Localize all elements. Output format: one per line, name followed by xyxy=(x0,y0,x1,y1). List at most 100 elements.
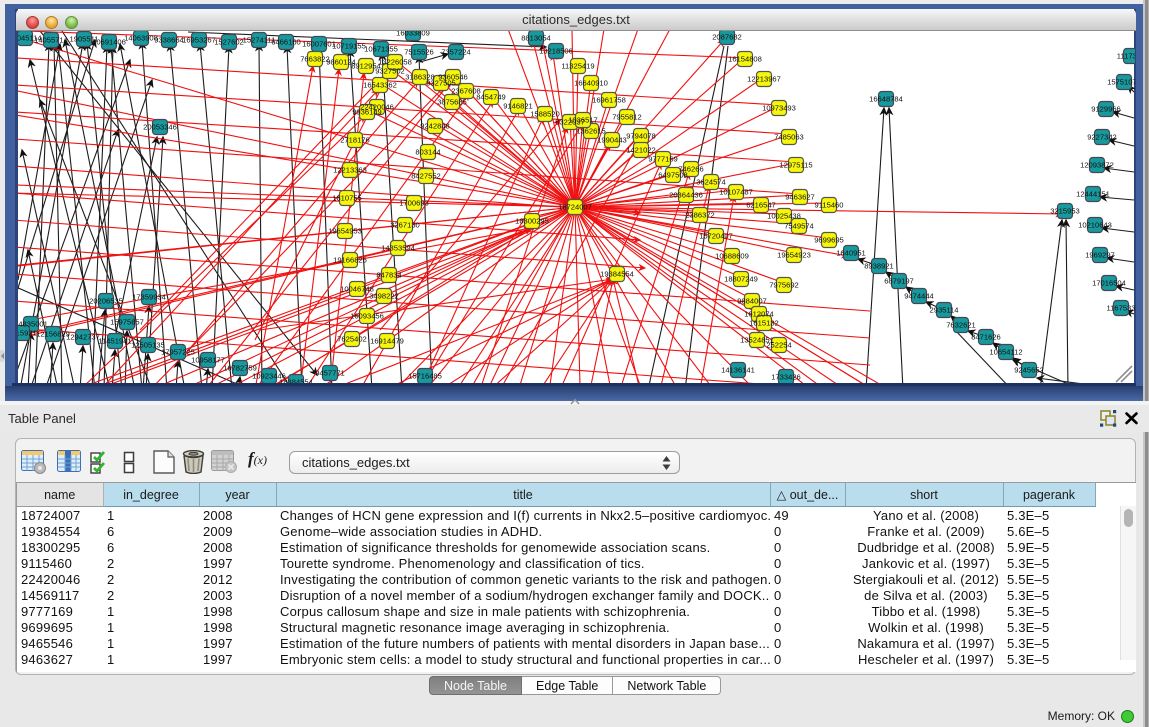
svg-text:16543362: 16543362 xyxy=(363,81,397,90)
svg-text:1615132: 1615132 xyxy=(749,319,779,328)
svg-text:16033809: 16033809 xyxy=(396,31,430,38)
svg-text:1036517: 1036517 xyxy=(568,116,598,125)
svg-text:17016504: 17016504 xyxy=(1092,279,1126,288)
svg-text:10688609: 10688609 xyxy=(715,252,749,261)
svg-text:12156829: 12156829 xyxy=(36,330,70,339)
svg-text:252254: 252254 xyxy=(766,341,791,350)
svg-text:10671355: 10671355 xyxy=(364,45,398,54)
svg-text:3915921: 3915921 xyxy=(18,329,37,338)
svg-text:9884007: 9884007 xyxy=(737,297,767,306)
svg-text:15716485: 15716485 xyxy=(408,372,442,381)
svg-text:11451941: 11451941 xyxy=(98,337,131,346)
svg-text:7485063: 7485063 xyxy=(774,133,804,142)
svg-text:9794078: 9794078 xyxy=(626,132,656,141)
svg-text:803144: 803144 xyxy=(415,148,440,157)
svg-text:18807249: 18807249 xyxy=(724,275,758,284)
svg-text:9474444: 9474444 xyxy=(904,292,934,301)
svg-text:3875685: 3875685 xyxy=(437,98,467,107)
svg-text:3624574: 3624574 xyxy=(696,178,726,187)
svg-text:1610755: 1610755 xyxy=(332,194,362,203)
svg-text:1117375: 1117375 xyxy=(1117,52,1135,61)
svg-text:16914479: 16914479 xyxy=(370,337,404,346)
svg-text:3186328: 3186328 xyxy=(405,73,435,82)
svg-text:12093872: 12093872 xyxy=(1080,161,1114,170)
svg-text:7632621: 7632621 xyxy=(946,321,976,330)
svg-text:9227342: 9227342 xyxy=(1087,133,1117,142)
svg-text:9457771: 9457771 xyxy=(315,369,345,378)
svg-text:14136141: 14136141 xyxy=(721,366,755,375)
svg-text:14063908: 14063908 xyxy=(124,34,158,43)
svg-text:12213363: 12213363 xyxy=(333,166,367,175)
svg-text:9936149: 9936149 xyxy=(352,108,382,117)
svg-text:12975115: 12975115 xyxy=(779,161,812,170)
svg-text:16640910: 16640910 xyxy=(574,79,608,88)
svg-text:8471626: 8471626 xyxy=(971,333,1001,342)
svg-text:1612074: 1612074 xyxy=(744,310,774,319)
svg-text:10107487: 10107487 xyxy=(719,188,753,197)
svg-text:7975692: 7975692 xyxy=(769,281,799,290)
svg-text:8454749: 8454749 xyxy=(476,93,506,102)
svg-text:15975857: 15975857 xyxy=(110,318,144,327)
svg-text:20364436: 20364436 xyxy=(669,191,703,200)
svg-text:6216547: 6216547 xyxy=(746,201,776,210)
svg-text:12942737: 12942737 xyxy=(66,333,100,342)
svg-text:1969297: 1969297 xyxy=(1085,251,1115,260)
svg-text:14055714: 14055714 xyxy=(34,36,68,45)
svg-text:1167533: 1167533 xyxy=(1107,304,1136,313)
svg-text:13218506: 13218506 xyxy=(539,47,573,56)
svg-text:9360546: 9360546 xyxy=(438,73,468,82)
svg-text:847834: 847834 xyxy=(376,271,401,280)
svg-text:3498222: 3498222 xyxy=(369,292,399,301)
svg-text:16154808: 16154808 xyxy=(728,55,762,64)
svg-text:1421022: 1421022 xyxy=(626,146,656,155)
svg-text:19166825: 19166825 xyxy=(333,256,367,265)
svg-text:7515526: 7515526 xyxy=(404,48,434,57)
svg-text:16953267: 16953267 xyxy=(182,36,216,45)
svg-text:9146821: 9146821 xyxy=(503,102,533,111)
svg-text:1640951: 1640951 xyxy=(836,249,866,258)
svg-text:10025438: 10025438 xyxy=(767,212,801,221)
svg-text:9338664: 9338664 xyxy=(154,36,184,45)
svg-text:10210643: 10210643 xyxy=(1078,221,1112,230)
svg-text:1362615: 1362615 xyxy=(576,127,606,136)
svg-text:3215953: 3215953 xyxy=(1050,207,1080,216)
svg-text:1700693: 1700693 xyxy=(399,199,429,208)
svg-text:14835001: 14835001 xyxy=(18,320,48,329)
svg-text:13226058: 13226058 xyxy=(378,58,412,67)
svg-text:14353594: 14353594 xyxy=(381,244,415,253)
svg-text:20206535: 20206535 xyxy=(89,297,123,306)
svg-text:2386372: 2386372 xyxy=(685,211,715,220)
svg-text:10973493: 10973493 xyxy=(762,104,796,113)
svg-text:11325419: 11325419 xyxy=(561,62,594,71)
svg-text:6879197: 6879197 xyxy=(884,277,914,286)
svg-text:10719155: 10719155 xyxy=(332,42,366,51)
svg-text:20053346: 20053346 xyxy=(143,123,177,132)
svg-text:8813054: 8813054 xyxy=(521,34,551,43)
svg-text:18300295: 18300295 xyxy=(515,217,549,226)
svg-text:12505135: 12505135 xyxy=(131,341,165,350)
svg-text:20691406: 20691406 xyxy=(92,38,126,47)
svg-text:9129966: 9129966 xyxy=(1091,105,1121,114)
svg-text:2718176: 2718176 xyxy=(340,136,370,145)
svg-text:746266: 746266 xyxy=(678,165,703,174)
svg-text:9242848: 9242848 xyxy=(420,122,450,131)
svg-text:7955812: 7955812 xyxy=(612,113,642,122)
svg-text:18724007: 18724007 xyxy=(558,203,592,212)
svg-text:1527602: 1527602 xyxy=(214,38,244,47)
svg-text:8938921: 8938921 xyxy=(864,262,894,271)
svg-text:9699695: 9699695 xyxy=(814,236,844,245)
svg-text:16093456: 16093456 xyxy=(350,312,384,321)
svg-text:9777169: 9777169 xyxy=(648,155,678,164)
svg-text:12444151: 12444151 xyxy=(1076,190,1110,199)
svg-text:8912954: 8912954 xyxy=(351,62,381,71)
svg-text:1733426: 1733426 xyxy=(771,373,801,382)
svg-text:17957225: 17957225 xyxy=(161,348,195,357)
svg-text:7549574: 7549574 xyxy=(784,222,814,231)
svg-text:12213967: 12213967 xyxy=(747,75,781,84)
svg-text:15720407: 15720407 xyxy=(699,232,733,241)
svg-text:17359934: 17359934 xyxy=(132,293,166,302)
svg-text:9245652: 9245652 xyxy=(1014,366,1044,375)
svg-text:1990443: 1990443 xyxy=(597,136,627,145)
svg-text:6466160: 6466160 xyxy=(271,38,301,47)
svg-text:9115460: 9115460 xyxy=(815,201,844,210)
